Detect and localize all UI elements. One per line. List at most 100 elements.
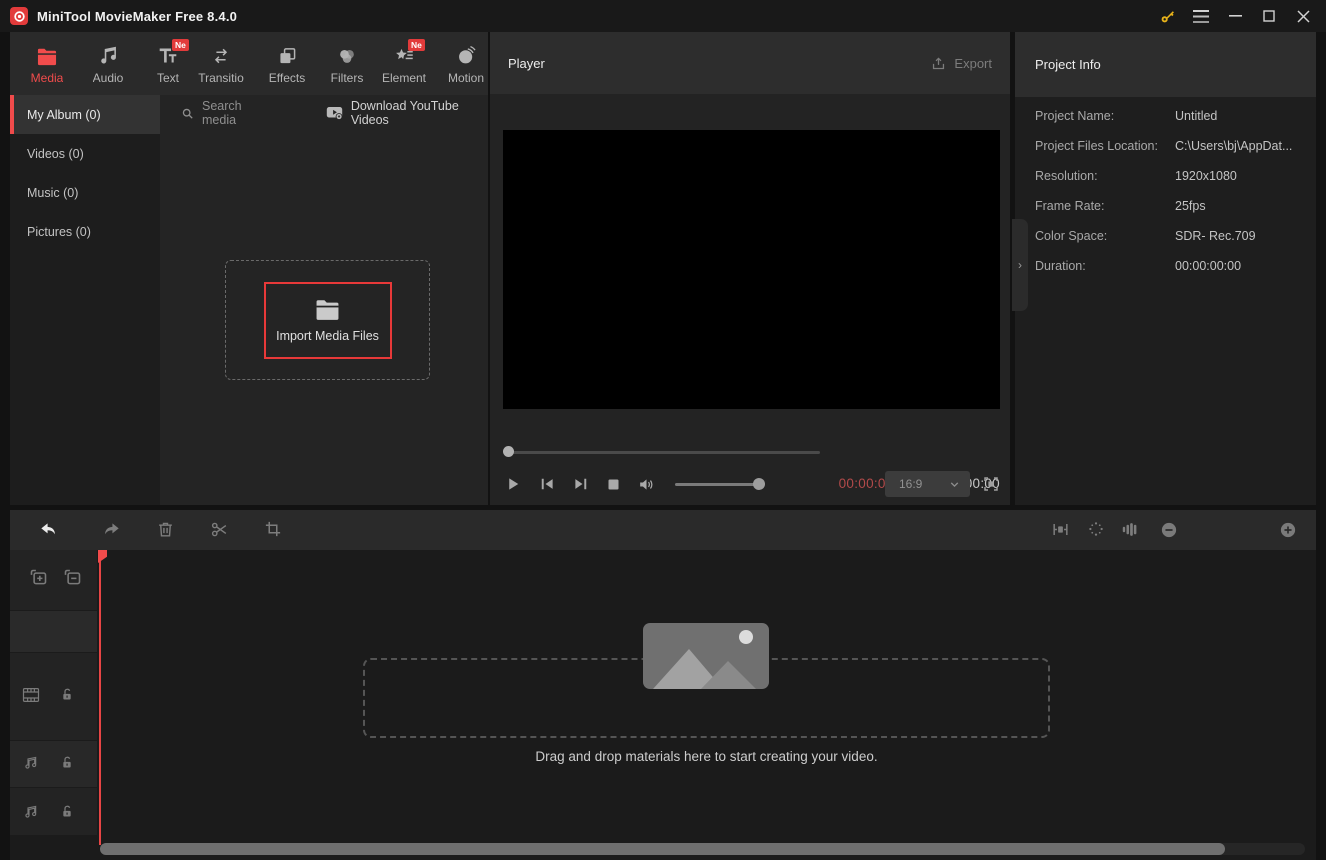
tab-transition[interactable]: Transitio [191,32,251,95]
library-content: Search media Download YouTube Videos Imp… [160,95,488,505]
waveform-button[interactable] [1120,520,1139,539]
sidebar-item-my-album[interactable]: My Album (0) [10,95,160,134]
info-label: Frame Rate: [1035,199,1104,213]
info-label: Project Files Location: [1035,139,1158,153]
sidebar-item-videos[interactable]: Videos (0) [10,134,160,173]
info-row-color-space: Color Space:SDR- Rec.709 [1015,221,1316,251]
tab-media[interactable]: Media [17,32,77,95]
timeline-toolbar [10,510,1316,550]
panel-collapse-handle[interactable]: › [1012,219,1028,311]
info-label: Resolution: [1035,169,1098,183]
volume-icon[interactable] [637,475,656,494]
volume-handle[interactable] [753,478,765,490]
info-row-duration: Duration:00:00:00:00 [1015,251,1316,281]
close-button[interactable] [1286,0,1320,32]
player-header: Player Export [490,32,1010,94]
remove-track-icon[interactable] [62,567,83,588]
volume-slider[interactable] [675,483,765,486]
playhead-handle[interactable] [98,550,107,563]
play-button[interactable] [504,475,522,493]
timeline-hscrollbar-thumb[interactable] [100,843,1225,855]
tab-label: Transitio [198,71,244,85]
sidebar-item-music[interactable]: Music (0) [10,173,160,212]
delete-button[interactable] [156,520,175,539]
undo-button[interactable] [38,520,58,540]
tab-audio[interactable]: Audio [78,32,138,95]
info-value: 1920x1080 [1175,169,1237,183]
timeline-drop-hint: Drag and drop materials here to start cr… [363,749,1050,764]
library-sidebar: My Album (0) Videos (0) Music (0) Pictur… [10,95,160,505]
crop-button[interactable] [264,520,282,538]
video-preview[interactable] [503,130,1000,409]
tab-label: Text [157,71,179,85]
menu-icon[interactable] [1184,0,1218,32]
effects-icon [277,42,298,66]
info-label: Project Name: [1035,109,1114,123]
add-track-icon[interactable] [28,567,49,588]
split-scissors-button[interactable] [210,520,229,539]
previous-frame-button[interactable] [538,475,556,493]
unlock-icon[interactable] [59,803,75,820]
sidebar-item-label: Pictures (0) [27,225,91,239]
tab-text[interactable]: Ne Text [138,32,198,95]
search-icon[interactable] [181,107,194,120]
unlock-icon[interactable] [59,754,75,771]
tab-motion[interactable]: Motion [436,32,496,95]
tab-effects[interactable]: Effects [257,32,317,95]
info-value: C:\Users\bj\AppDat... [1175,139,1292,153]
audio-note-icon [23,804,39,820]
zoom-in-button[interactable] [1279,521,1297,539]
tab-label: Motion [448,71,484,85]
download-youtube-label[interactable]: Download YouTube Videos [351,99,488,127]
tab-filters[interactable]: Filters [317,32,377,95]
title-bar: MiniTool MovieMaker Free 8.4.0 [0,0,1326,32]
minimize-button[interactable] [1218,0,1252,32]
fit-timeline-button[interactable] [1051,520,1070,539]
info-row-project-name: Project Name: Untitled [1015,101,1316,131]
audio-track-header-1 [10,741,97,787]
player-title: Player [508,56,545,71]
tab-label: Element [382,71,426,85]
track-header-column [10,550,97,835]
seek-handle[interactable] [503,446,514,457]
seek-bar[interactable] [505,451,820,454]
search-media-label[interactable]: Search media [202,99,273,127]
info-value: 25fps [1175,199,1206,213]
aspect-ratio-dropdown[interactable]: 16:9 [885,471,970,497]
export-icon [930,55,947,72]
app-title: MiniTool MovieMaker Free 8.4.0 [37,9,237,24]
youtube-download-icon[interactable] [326,106,343,120]
sidebar-item-label: Music (0) [27,186,78,200]
music-note-icon [98,42,119,66]
image-placeholder-icon [643,623,769,689]
sidebar-item-pictures[interactable]: Pictures (0) [10,212,160,251]
zoom-out-button[interactable] [1160,521,1178,539]
unlock-icon[interactable] [59,686,75,703]
transition-arrows-icon [210,42,232,66]
timeline-hscrollbar-track[interactable] [100,843,1305,855]
tab-label: Audio [93,71,124,85]
redo-button[interactable] [102,520,122,540]
tab-elements[interactable]: Ne Element [374,32,434,95]
tab-label: Media [31,71,64,85]
maximize-button[interactable] [1252,0,1286,32]
info-value: 00:00:00:00 [1175,259,1241,273]
video-track-header [10,653,97,740]
playhead-line[interactable] [99,550,101,845]
next-frame-button[interactable] [572,475,590,493]
info-value: Untitled [1175,109,1217,123]
import-drop-zone[interactable]: Import Media Files [225,260,430,380]
sidebar-item-label: My Album (0) [27,108,101,122]
chevron-right-icon: › [1018,258,1022,272]
aspect-ratio-value: 16:9 [899,477,922,491]
fullscreen-icon[interactable] [982,475,1000,493]
app-window: MiniTool MovieMaker Free 8.4.0 Media [0,0,1326,860]
import-media-button[interactable]: Import Media Files [264,282,392,359]
export-button[interactable]: Export [930,55,992,72]
chevron-down-icon [948,478,961,491]
track-spacer-row [10,611,97,652]
license-key-icon[interactable] [1150,0,1184,32]
snap-button[interactable] [1087,520,1105,538]
stop-button[interactable] [606,477,621,492]
info-row-files-location: Project Files Location: C:\Users\bj\AppDa… [1015,131,1316,161]
